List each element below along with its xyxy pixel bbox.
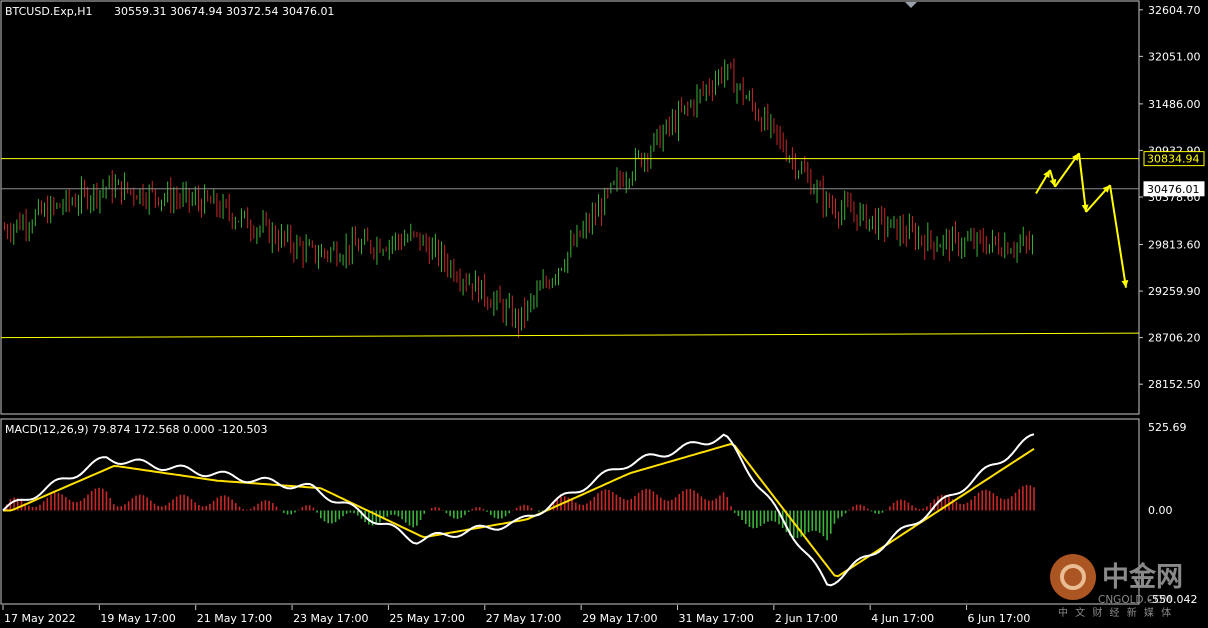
symbol-label: BTCUSD.Exp,H1 [5,5,93,18]
shift-marker-icon[interactable] [905,2,917,8]
price-axis-label: 28706.20 [1148,332,1201,345]
macd-axis-label: 0.00 [1148,504,1173,517]
watermark-sub-text: 中 文 财 经 新 媒 体 [1058,606,1173,619]
price-axis-label: 29813.60 [1148,239,1201,252]
forecast-arrows [1035,152,1129,288]
price-axis[interactable]: 32604.7032051.0031486.0030932.9030378.60… [1139,4,1201,391]
time-axis-label: 27 May 17:00 [486,612,561,625]
time-axis-label: 17 May 2022 [4,612,76,625]
price-tags: 30834.94 30476.01 [1143,151,1205,197]
macd-axis-label: 525.69 [1148,421,1187,434]
time-axis-label: 2 Jun 17:00 [775,612,838,625]
horizontal-levels [0,158,1140,339]
time-axis-label: 29 May 17:00 [582,612,657,625]
price-axis-label: 29259.90 [1148,285,1201,298]
time-axis-label: 6 Jun 17:00 [968,612,1031,625]
price-axis-label: 28152.50 [1148,378,1201,391]
macd-pane[interactable]: MACD(12,26,9) 79.874 172.568 0.000 -120.… [0,418,1140,605]
price-pane[interactable]: BTCUSD.Exp,H1 30559.31 30674.94 30372.54… [0,0,1140,415]
ohlc-values: 30559.31 30674.94 30372.54 30476.01 [114,5,334,18]
price-axis-label: 32604.70 [1148,4,1201,17]
price-axis-label: 32051.00 [1148,50,1201,63]
price-series [4,58,1033,338]
support-line[interactable] [0,332,1140,339]
watermark: 中金网 CNGOLD.COM 中 文 财 经 新 媒 体 [1050,554,1183,619]
time-axis-label: 25 May 17:00 [389,612,464,625]
chart-canvas[interactable]: BTCUSD.Exp,H1 30559.31 30674.94 30372.54… [0,0,1208,628]
macd-histogram [5,484,1035,541]
time-axis-label: 23 May 17:00 [293,612,368,625]
forecast-segment [1109,184,1127,288]
time-axis-label: 19 May 17:00 [100,612,175,625]
forecast-segment [1078,153,1087,213]
price-pane-frame [0,0,1140,415]
watermark-logo-icon [1050,554,1096,600]
current-price-tag: 30476.01 [1147,183,1200,196]
macd-axis-label: -550.042 [1148,593,1197,606]
level-price-tag: 30834.94 [1147,153,1200,166]
time-axis-label: 4 Jun 17:00 [871,612,934,625]
time-axis-label: 31 May 17:00 [678,612,753,625]
time-axis-label: 21 May 17:00 [197,612,272,625]
time-axis[interactable]: 17 May 2022 19 May 17:00 21 May 17:00 23 Ma… [2,605,1031,625]
price-axis-label: 31486.00 [1148,98,1201,111]
watermark-main-text: 中金网 [1102,561,1183,593]
macd-indicator-label: MACD(12,26,9) 79.874 172.568 0.000 -120.… [5,423,267,436]
macd-pane-frame [0,418,1140,605]
